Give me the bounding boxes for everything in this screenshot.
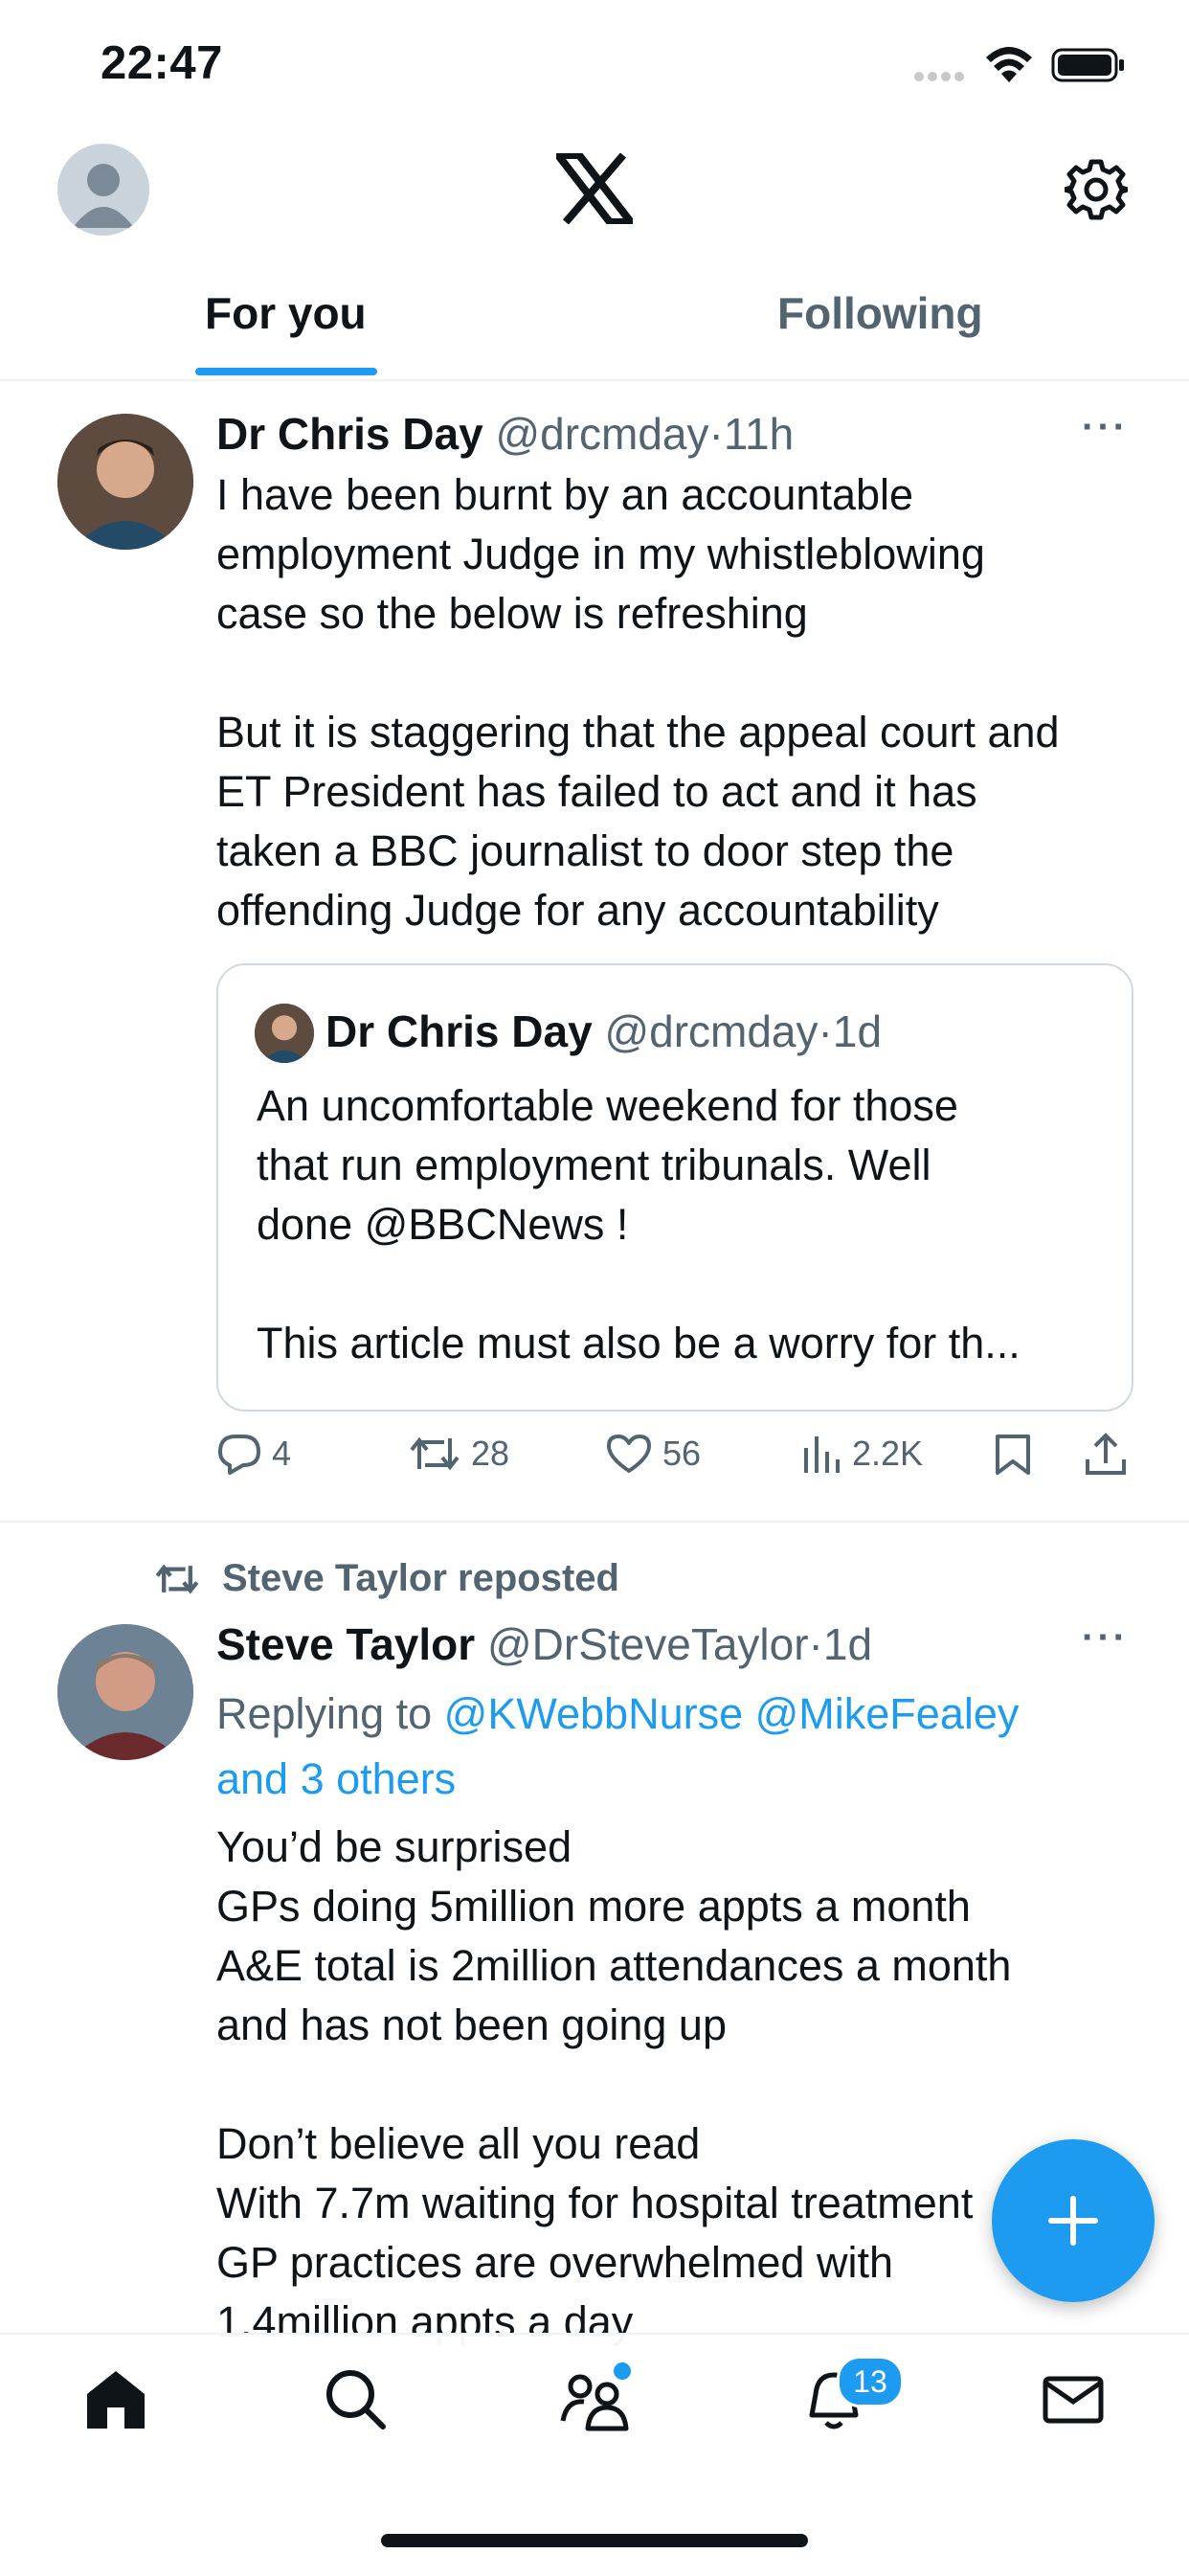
plus-icon [1048,2196,1098,2246]
home-icon [87,2371,145,2429]
author-handle[interactable]: @DrSteveTaylor [487,1619,809,1669]
notification-count-badge: 13 [837,2356,904,2407]
like-count: 56 [662,1434,702,1473]
quoted-tweet-header: Dr Chris Day @drcmday·1d [325,1006,883,1056]
settings-gear-icon[interactable] [1062,158,1131,226]
repost-button[interactable]: 28 [408,1433,509,1475]
repost-icon [155,1563,199,1594]
mail-icon [1043,2376,1104,2424]
tweet-text[interactable]: I have been burnt by an accountable empl… [216,465,1145,940]
tab-following[interactable]: Following [777,287,983,339]
tab-for-you[interactable]: For you [205,287,367,339]
search-icon [326,2370,386,2429]
x-logo-icon[interactable] [554,151,635,229]
share-button[interactable] [1084,1433,1137,1477]
wifi-icon [984,46,1034,89]
bookmark-icon [996,1435,1030,1475]
reply-button[interactable]: 4 [216,1433,291,1475]
author-name[interactable]: Steve Taylor [216,1619,475,1669]
tweet-author-avatar[interactable] [57,1624,193,1760]
reposted-by-label: Steve Taylor reposted [222,1557,619,1599]
more-options-icon[interactable]: ··· [1082,406,1129,449]
repost-context[interactable]: Steve Taylor reposted [153,1557,619,1600]
author-name[interactable]: Dr Chris Day [216,409,483,459]
compose-button[interactable] [992,2139,1155,2302]
tweet-header: Steve Taylor @DrSteveTaylor·1d [216,1619,873,1669]
home-tab[interactable] [82,2365,149,2437]
tweet-time: 1d [822,1619,873,1669]
tweet-text[interactable]: You’d be surprised GPs doing 5million mo… [216,1818,1145,2352]
more-options-icon[interactable]: ··· [1082,1616,1129,1660]
reply-icon [218,1435,260,1475]
repost-count: 28 [471,1434,510,1473]
messages-tab[interactable] [1040,2365,1107,2437]
share-icon [1086,1433,1126,1475]
views-button[interactable]: 2.2K [800,1433,923,1475]
view-count: 2.2K [852,1434,924,1473]
tweet-header: Dr Chris Day @drcmday·11h [216,409,795,459]
status-time: 22:47 [101,37,223,89]
profile-avatar[interactable] [57,144,149,236]
header-divider [0,379,1189,381]
active-tab-indicator [195,368,377,375]
like-button[interactable]: 56 [605,1433,701,1475]
home-indicator [381,2534,808,2547]
bookmark-button[interactable] [994,1433,1042,1477]
tweet-time: 11h [723,409,795,459]
quoted-tweet-time: 1d [832,1006,883,1056]
quoted-author-name: Dr Chris Day [325,1006,593,1056]
replying-to: Replying to @KWebbNurse @MikeFealey and … [216,1682,1078,1812]
tweet-author-avatar[interactable] [57,414,193,550]
views-icon [804,1436,840,1473]
signal-icon [914,69,968,86]
quoted-tweet-text: An uncomfortable weekend for those that … [257,1081,1021,1367]
communities-new-dot [611,2360,634,2383]
quoted-author-avatar [255,1004,314,1063]
heart-icon [607,1435,651,1473]
repost-icon [410,1436,460,1471]
search-tab[interactable] [322,2365,389,2437]
battery-icon [1051,46,1128,89]
replying-to-prefix: Replying to [216,1689,444,1738]
reply-count: 4 [272,1434,292,1473]
author-handle[interactable]: @drcmday [495,409,708,459]
tweet-divider [0,1521,1189,1523]
quoted-author-handle: @drcmday [604,1006,819,1056]
